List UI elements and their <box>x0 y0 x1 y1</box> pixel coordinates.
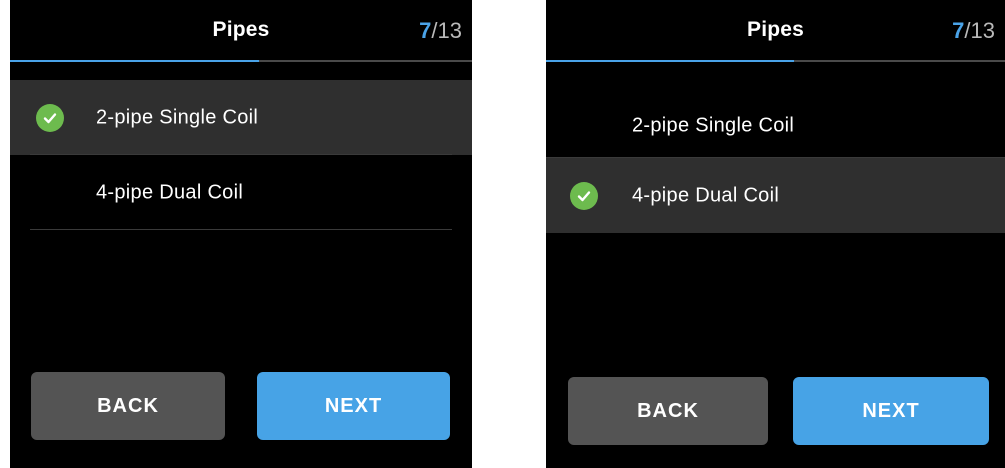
option-2-pipe-single-coil[interactable]: 2-pipe Single Coil <box>10 80 472 155</box>
option-label: 2-pipe Single Coil <box>632 114 795 136</box>
option-4-pipe-dual-coil[interactable]: 4-pipe Dual Coil <box>10 155 472 230</box>
thermostat-screen-left: Pipes 7/13 2-pipe Single Coil 4-pipe Dua… <box>10 0 472 468</box>
option-4-pipe-dual-coil[interactable]: 4-pipe Dual Coil <box>546 158 1005 233</box>
page-counter: 7/13 <box>952 18 995 44</box>
page-counter-total: /13 <box>431 18 462 43</box>
page-title: Pipes <box>212 18 270 41</box>
option-label: 4-pipe Dual Coil <box>96 181 244 203</box>
check-circle-icon <box>36 103 64 132</box>
option-2-pipe-single-coil[interactable]: 2-pipe Single Coil <box>546 88 1005 163</box>
check-circle-icon <box>570 181 598 210</box>
page-counter-total: /13 <box>964 18 995 43</box>
back-button[interactable]: BACK <box>31 372 225 440</box>
progress-bar <box>10 60 472 62</box>
page-counter-current: 7 <box>952 18 965 43</box>
progress-bar <box>546 60 1005 62</box>
page-counter: 7/13 <box>419 18 462 44</box>
option-label: 2-pipe Single Coil <box>96 106 259 128</box>
divider <box>30 229 452 230</box>
progress-fill <box>546 60 794 62</box>
next-button[interactable]: NEXT <box>793 377 989 445</box>
page-title: Pipes <box>746 18 805 41</box>
progress-fill <box>10 60 260 62</box>
back-button[interactable]: BACK <box>568 377 768 445</box>
option-label: 4-pipe Dual Coil <box>632 184 780 206</box>
thermostat-screen-right: Pipes 7/13 2-pipe Single Coil 4-pipe Dua… <box>546 0 1005 468</box>
page-counter-current: 7 <box>419 18 432 43</box>
next-button[interactable]: NEXT <box>257 372 450 440</box>
